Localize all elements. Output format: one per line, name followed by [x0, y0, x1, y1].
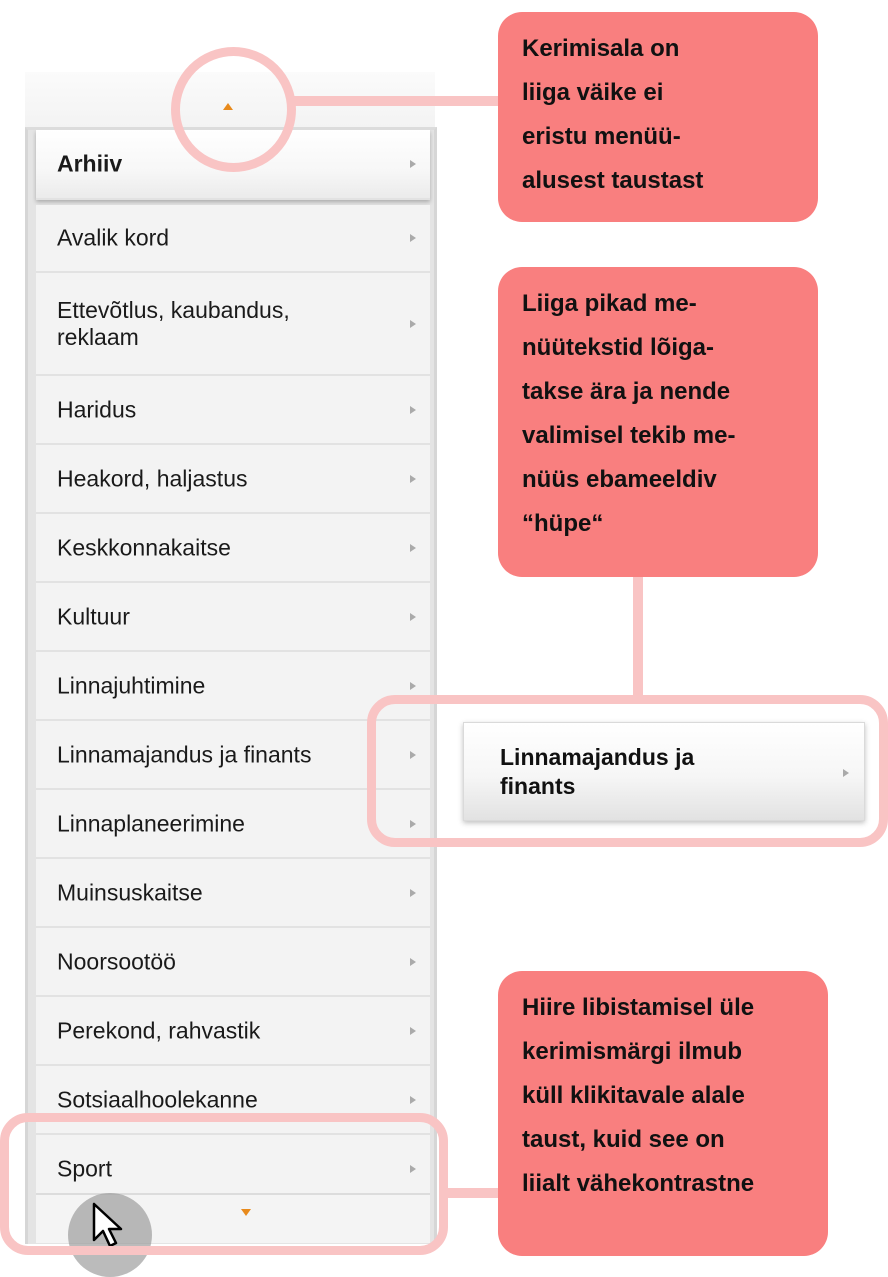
connector-line [294, 96, 500, 106]
highlight-box-popup [367, 695, 888, 847]
connector-line [448, 1188, 500, 1198]
menu-item-avalik-kord[interactable]: Avalik kord [36, 205, 430, 273]
chevron-right-icon [410, 474, 416, 483]
menu-item-label: Haridus [57, 396, 137, 422]
chevron-right-icon [410, 1095, 416, 1104]
highlight-circle-scroll-up [171, 47, 296, 172]
menu-item-label: Keskkonnakaitse [57, 534, 231, 560]
chevron-right-icon [410, 160, 416, 168]
menu-item-label: Linnamajandus ja finants [57, 741, 312, 767]
menu-item-label: Avalik kord [57, 224, 170, 251]
callout-scroll-area: Kerimisala on liiga väike ei eristu menü… [498, 12, 818, 222]
menu-item-ettevotlus[interactable]: Ettevõtlus, kaubandus, reklaam [36, 273, 430, 376]
chevron-right-icon [410, 888, 416, 897]
chevron-right-icon [410, 612, 416, 621]
callout-hover: Hiire libistamisel üle kerimismärgi ilmu… [498, 971, 828, 1256]
menu-item-perekond[interactable]: Perekond, rahvastik [36, 997, 430, 1066]
menu-item-muinsuskaitse[interactable]: Muinsuskaitse [36, 859, 430, 928]
menu-item-heakord[interactable]: Heakord, haljastus [36, 445, 430, 514]
menu-item-keskkonnakaitse[interactable]: Keskkonnakaitse [36, 514, 430, 583]
menu-item-label: Ettevõtlus, kaubandus, reklaam [57, 296, 290, 350]
menu-item-kultuur[interactable]: Kultuur [36, 583, 430, 652]
menu-item-haridus[interactable]: Haridus [36, 376, 430, 445]
chevron-right-icon [410, 1026, 416, 1035]
chevron-right-icon [410, 405, 416, 414]
menu-item-label: Linnajuhtimine [57, 672, 206, 698]
menu-item-label: Sotsiaalhoolekanne [57, 1086, 258, 1112]
callout-long-texts: Liiga pikad me- nüütekstid lõiga- takse … [498, 267, 818, 577]
highlight-box-scroll-down [0, 1113, 448, 1255]
chevron-right-icon [410, 681, 416, 690]
menu-item-label: Kultuur [57, 603, 130, 629]
chevron-right-icon [410, 543, 416, 552]
menu-item-label: Muinsuskaitse [57, 879, 203, 905]
dropdown-menu: Arhiiv Avalik kord Ettevõtlus, kaubandus… [25, 127, 437, 1244]
chevron-right-icon [410, 957, 416, 966]
connector-line [633, 577, 643, 697]
chevron-right-icon [410, 234, 416, 242]
menu-item-label: Perekond, rahvastik [57, 1017, 261, 1043]
menu-item-label: Heakord, haljastus [57, 465, 248, 491]
chevron-right-icon [410, 319, 416, 328]
menu-item-label: Noorsootöö [57, 948, 176, 974]
menu-item-noorsootoo[interactable]: Noorsootöö [36, 928, 430, 997]
menu-item-label: Linnaplaneerimine [57, 810, 245, 836]
